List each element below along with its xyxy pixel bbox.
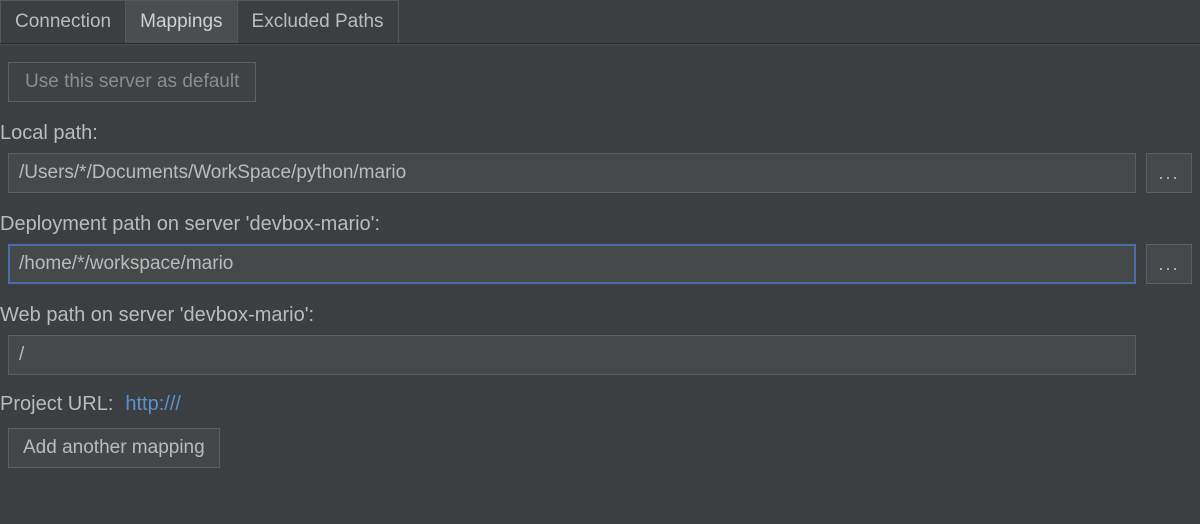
tab-bar: Connection Mappings Excluded Paths (0, 0, 1200, 44)
local-path-label: Local path: (0, 102, 1200, 153)
project-url-label: Project URL: (0, 393, 113, 416)
use-as-default-button[interactable]: Use this server as default (8, 62, 256, 102)
project-url-link[interactable]: http:/// (125, 393, 181, 416)
deployment-mappings-panel: Connection Mappings Excluded Paths Use t… (0, 0, 1200, 524)
tab-mappings[interactable]: Mappings (125, 0, 237, 43)
deployment-path-browse-button[interactable]: ... (1146, 244, 1192, 284)
add-another-mapping-button[interactable]: Add another mapping (8, 428, 220, 468)
deployment-path-label: Deployment path on server 'devbox-mario'… (0, 193, 1200, 244)
local-path-browse-button[interactable]: ... (1146, 153, 1192, 193)
tab-excluded-paths[interactable]: Excluded Paths (237, 0, 399, 43)
deployment-path-input[interactable] (8, 244, 1136, 284)
mappings-content: Use this server as default Local path: .… (0, 46, 1200, 524)
web-path-input[interactable] (8, 335, 1136, 375)
local-path-input[interactable] (8, 153, 1136, 193)
tab-connection[interactable]: Connection (0, 0, 126, 43)
web-path-label: Web path on server 'devbox-mario': (0, 284, 1200, 335)
